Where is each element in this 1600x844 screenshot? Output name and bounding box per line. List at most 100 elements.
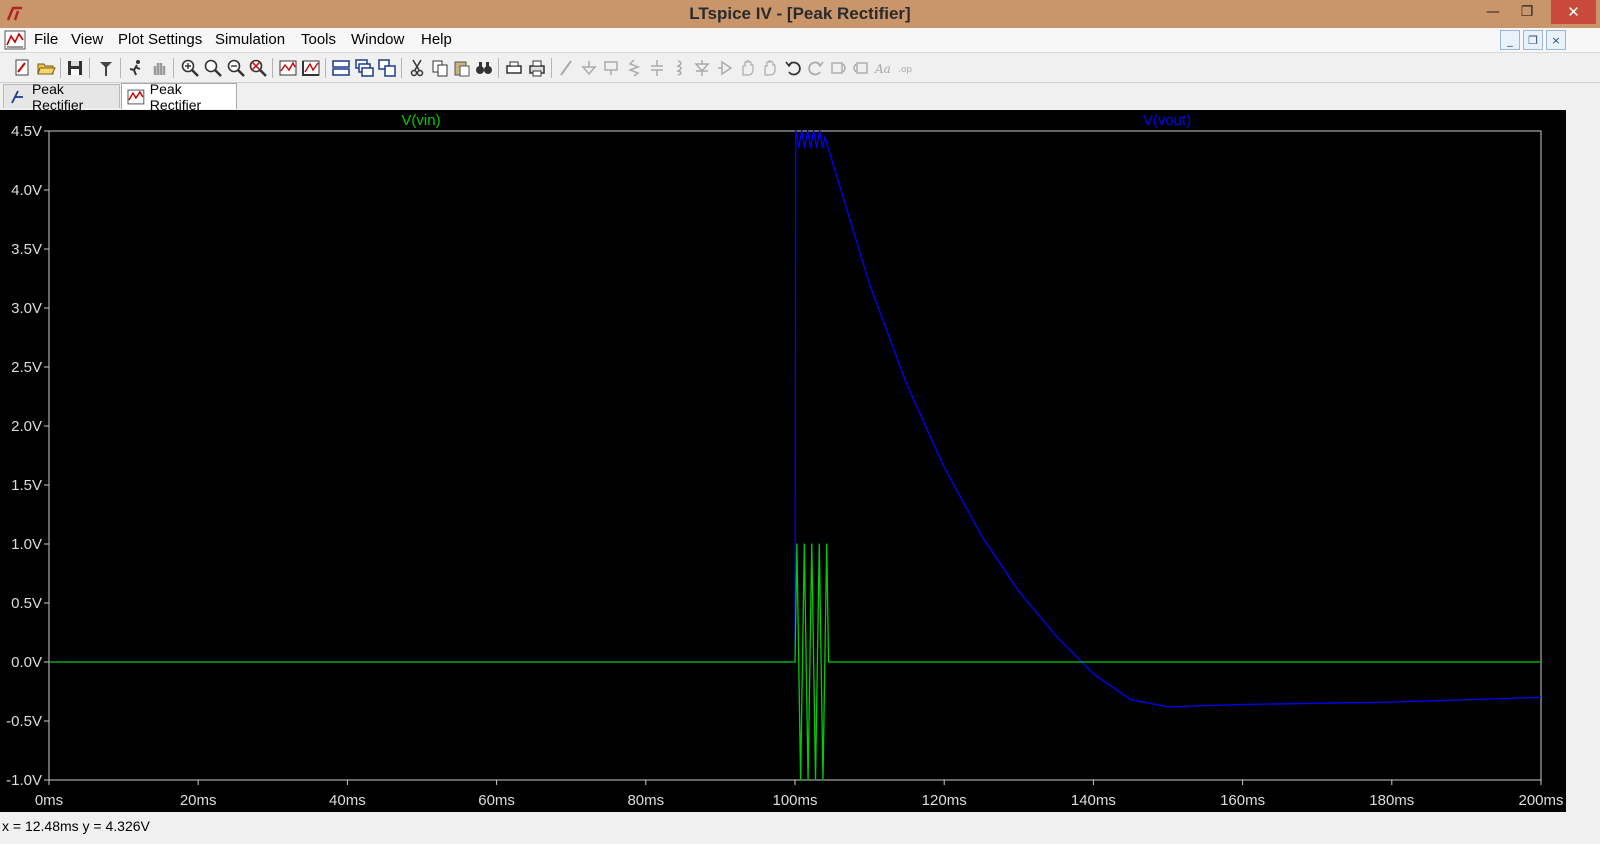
schematic-icon — [11, 90, 23, 103]
find-icon[interactable] — [474, 58, 494, 78]
mdi-minimize-button[interactable]: _ — [1500, 30, 1520, 50]
waveform-plot-pane[interactable]: -1.0V -0.5V 0.0V 0.5V 1.0V 1.5V 2.0V 2.5V 3.0V 3.… — [0, 110, 1566, 812]
control-panel-icon[interactable] — [96, 58, 116, 78]
autorange-icon[interactable] — [278, 58, 298, 78]
capacitor-icon[interactable] — [647, 58, 667, 78]
diode-icon[interactable] — [692, 58, 712, 78]
series-v-vout-[interactable] — [49, 130, 1542, 708]
inductor-icon[interactable] — [669, 58, 689, 78]
grid-icon[interactable] — [301, 58, 321, 78]
toolbar-separator — [89, 58, 90, 78]
ground-icon[interactable] — [579, 58, 599, 78]
cut-icon[interactable] — [407, 58, 427, 78]
right-margin — [1566, 110, 1600, 812]
open-icon[interactable] — [36, 58, 56, 78]
save-icon[interactable] — [65, 58, 85, 78]
svg-text:.op: .op — [898, 65, 912, 75]
y-tick-label: 2.0V — [11, 418, 42, 435]
menu-tools[interactable]: Tools — [301, 31, 336, 48]
new-schematic-icon[interactable] — [13, 58, 33, 78]
zoom-fit-icon[interactable] — [248, 58, 268, 78]
x-tick-label: 160ms — [1220, 792, 1265, 809]
menu-view[interactable]: View — [71, 31, 103, 48]
spice-directive-icon[interactable]: .op — [896, 58, 916, 78]
drag-icon[interactable] — [760, 58, 780, 78]
minimize-button[interactable]: — — [1476, 0, 1510, 24]
redo-icon[interactable] — [806, 58, 826, 78]
zoom-area-icon[interactable] — [203, 58, 223, 78]
window-title: LTspice IV - [Peak Rectifier] — [689, 4, 911, 23]
toolbar-separator — [173, 58, 174, 78]
waveform-window-icon[interactable] — [4, 30, 26, 50]
y-tick-label: -1.0V — [6, 772, 42, 789]
tile-vertical-icon[interactable] — [377, 58, 397, 78]
y-tick-label: 1.5V — [11, 477, 42, 494]
y-tick-label: 3.5V — [11, 241, 42, 258]
toolbar-separator — [272, 58, 273, 78]
toolbar-separator — [498, 58, 499, 78]
rotate-icon[interactable] — [829, 58, 849, 78]
y-tick-label: -0.5V — [6, 713, 42, 730]
copy-icon[interactable] — [430, 58, 450, 78]
component-icon[interactable] — [715, 58, 735, 78]
tab-strip: Peak Rectifier Peak Rectifier — [0, 81, 1600, 113]
cursor-readout: x = 12.48ms y = 4.326V — [2, 818, 150, 834]
tab-schematic[interactable]: Peak Rectifier — [3, 81, 120, 113]
y-tick-label: 0.5V — [11, 595, 42, 612]
close-button[interactable]: ✕ — [1551, 0, 1596, 24]
toolbar-separator — [60, 58, 61, 78]
x-tick-label: 100ms — [772, 792, 817, 809]
x-tick-label: 120ms — [922, 792, 967, 809]
x-tick-label: 60ms — [478, 792, 515, 809]
wire-icon[interactable] — [557, 58, 577, 78]
y-tick-label: 4.5V — [11, 123, 42, 140]
legend-v-vout-[interactable]: V(vout) — [1143, 112, 1191, 129]
waveform-icon — [127, 89, 145, 104]
maximize-button[interactable]: ❐ — [1510, 0, 1544, 24]
toolbar-separator — [120, 58, 121, 78]
halt-icon[interactable] — [149, 58, 169, 78]
zoom-in-icon[interactable] — [180, 58, 200, 78]
x-tick-label: 80ms — [627, 792, 664, 809]
tile-horizontal-icon[interactable] — [331, 58, 351, 78]
toolbar-separator — [401, 58, 402, 78]
svg-text:Aa: Aa — [874, 62, 891, 76]
x-axis: 0ms 20ms 40ms 60ms 80ms 100ms 120ms 140ms 160ms 1… — [35, 780, 1564, 809]
resistor-icon[interactable] — [624, 58, 644, 78]
y-axis: -1.0V -0.5V 0.0V 0.5V 1.0V 1.5V 2.0V 2.5V 3.0V 3.… — [6, 123, 49, 789]
y-tick-label: 4.0V — [11, 182, 42, 199]
zoom-out-icon[interactable] — [226, 58, 246, 78]
tab-schematic-label: Peak Rectifier — [31, 80, 84, 113]
legend: V(vin) V(vout) — [401, 112, 1191, 129]
mirror-icon[interactable] — [851, 58, 871, 78]
x-tick-label: 180ms — [1369, 792, 1414, 809]
toolbar-separator — [551, 58, 552, 78]
y-tick-label: 2.5V — [11, 359, 42, 376]
undo-icon[interactable] — [783, 58, 803, 78]
toolbar-separator — [325, 58, 326, 78]
x-tick-label: 0ms — [35, 792, 63, 809]
x-tick-label: 20ms — [180, 792, 217, 809]
menu-file[interactable]: File — [34, 31, 58, 48]
print-preview-icon[interactable] — [504, 58, 524, 78]
label-icon[interactable] — [601, 58, 621, 78]
tab-waveform[interactable]: Peak Rectifier — [121, 81, 237, 113]
move-icon[interactable] — [738, 58, 758, 78]
cascade-icon[interactable] — [354, 58, 374, 78]
print-icon[interactable] — [527, 58, 547, 78]
menu-plot-settings[interactable]: Plot Settings — [118, 31, 202, 48]
paste-icon[interactable] — [452, 58, 472, 78]
x-tick-label: 140ms — [1071, 792, 1116, 809]
menu-simulation[interactable]: Simulation — [215, 31, 285, 48]
menu-help[interactable]: Help — [421, 31, 452, 48]
run-icon[interactable] — [126, 58, 146, 78]
y-tick-label: 3.0V — [11, 300, 42, 317]
waveform-chart[interactable]: -1.0V -0.5V 0.0V 0.5V 1.0V 1.5V 2.0V 2.5V 3.0V 3.… — [0, 110, 1566, 812]
toolbar: Aa .op — [0, 53, 1600, 83]
mdi-restore-button[interactable]: ❐ — [1523, 30, 1543, 50]
mdi-close-button[interactable]: × — [1546, 30, 1566, 50]
menu-window[interactable]: Window — [351, 31, 404, 48]
legend-v-vin-[interactable]: V(vin) — [401, 112, 440, 129]
y-tick-label: 0.0V — [11, 654, 42, 671]
text-icon[interactable]: Aa — [873, 58, 893, 78]
